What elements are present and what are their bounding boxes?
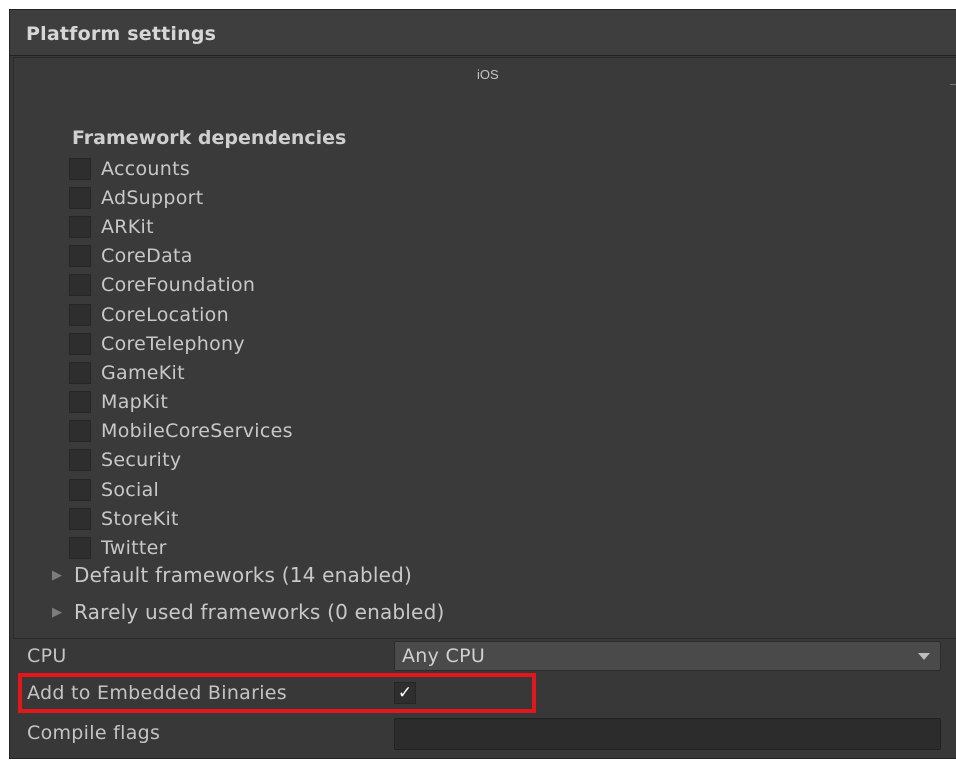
framework-item-social[interactable]: Social (69, 475, 293, 504)
framework-label: CoreData (101, 245, 193, 268)
triangle-right-icon: ▶ (52, 604, 62, 620)
platform-settings-panel: Platform settings iOS Framework dependen… (9, 9, 956, 759)
framework-item-security[interactable]: Security (69, 446, 293, 475)
checkmark-icon: ✓ (397, 683, 413, 703)
framework-label: CoreFoundation (101, 274, 256, 297)
default-frameworks-foldout[interactable]: ▶ Default frameworks (14 enabled) (52, 563, 412, 587)
framework-label: GameKit (101, 361, 185, 384)
embedded-binaries-row: Add to Embedded Binaries ✓ (13, 675, 956, 711)
cpu-label: CPU (27, 645, 67, 667)
framework-checkbox[interactable] (69, 478, 91, 501)
framework-label: CoreTelephony (101, 332, 245, 355)
framework-checkbox[interactable] (69, 391, 91, 414)
cpu-dropdown[interactable]: Any CPU (394, 641, 941, 671)
foldout-label: Default frameworks (14 enabled) (74, 563, 413, 587)
embedded-binaries-label: Add to Embedded Binaries (27, 682, 287, 704)
framework-item-mapkit[interactable]: MapKit (69, 388, 293, 417)
framework-item-corefoundation[interactable]: CoreFoundation (69, 271, 293, 300)
foldout-label: Rarely used frameworks (0 enabled) (74, 600, 445, 624)
divider (950, 84, 956, 85)
framework-checkbox[interactable] (69, 245, 91, 268)
framework-item-mobilecoreservices[interactable]: MobileCoreServices (69, 417, 293, 446)
framework-item-coretelephony[interactable]: CoreTelephony (69, 329, 293, 358)
platform-section: iOS Framework dependencies Accounts AdSu… (13, 57, 956, 639)
compile-flags-label: Compile flags (27, 722, 161, 744)
framework-item-corelocation[interactable]: CoreLocation (69, 300, 293, 329)
compile-flags-row: Compile flags (13, 715, 956, 751)
framework-item-gamekit[interactable]: GameKit (69, 358, 293, 387)
panel-header: Platform settings (10, 10, 956, 56)
framework-label: MapKit (101, 391, 169, 414)
chevron-down-icon (918, 653, 930, 660)
framework-checkbox[interactable] (69, 361, 91, 384)
framework-item-accounts[interactable]: Accounts (69, 154, 293, 183)
framework-item-storekit[interactable]: StoreKit (69, 504, 293, 533)
framework-label: Accounts (101, 157, 191, 180)
compile-flags-input[interactable] (394, 718, 941, 750)
framework-list: Accounts AdSupport ARKit CoreData CoreFo… (69, 154, 293, 563)
framework-label: Security (101, 449, 182, 472)
framework-label: Social (101, 478, 160, 501)
triangle-right-icon: ▶ (52, 567, 62, 583)
framework-label: ARKit (101, 215, 154, 238)
framework-checkbox[interactable] (69, 537, 91, 560)
cpu-row: CPU Any CPU (13, 638, 956, 674)
framework-checkbox[interactable] (69, 507, 91, 530)
framework-checkbox[interactable] (69, 420, 91, 443)
framework-label: Twitter (101, 537, 167, 560)
framework-label: StoreKit (101, 507, 179, 530)
framework-checkbox[interactable] (69, 274, 91, 297)
cpu-dropdown-value: Any CPU (402, 645, 486, 667)
framework-checkbox[interactable] (69, 186, 91, 209)
framework-label: AdSupport (101, 186, 204, 209)
framework-item-twitter[interactable]: Twitter (69, 533, 293, 562)
framework-checkbox[interactable] (69, 157, 91, 180)
framework-checkbox[interactable] (69, 215, 91, 238)
embedded-binaries-checkbox[interactable]: ✓ (394, 682, 416, 704)
framework-checkbox[interactable] (69, 303, 91, 326)
panel-title: Platform settings (26, 23, 217, 45)
framework-label: MobileCoreServices (101, 420, 293, 443)
framework-dependencies-heading: Framework dependencies (72, 127, 347, 149)
framework-checkbox[interactable] (69, 449, 91, 472)
tab-ios[interactable]: iOS (477, 67, 499, 82)
framework-item-arkit[interactable]: ARKit (69, 212, 293, 241)
framework-checkbox[interactable] (69, 332, 91, 355)
framework-item-adsupport[interactable]: AdSupport (69, 183, 293, 212)
framework-item-coredata[interactable]: CoreData (69, 242, 293, 271)
rarely-used-frameworks-foldout[interactable]: ▶ Rarely used frameworks (0 enabled) (52, 600, 444, 624)
framework-label: CoreLocation (101, 303, 229, 326)
